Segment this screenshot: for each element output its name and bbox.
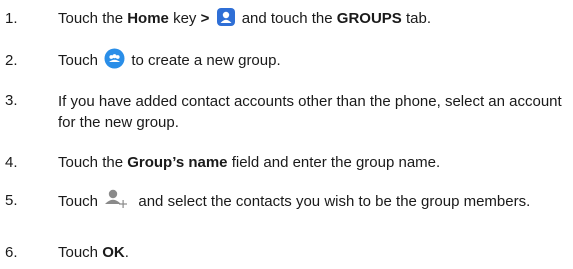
add-member-icon — [104, 189, 130, 209]
step-text: Touch OK. — [58, 244, 129, 261]
step-number: 2. — [5, 52, 18, 69]
step-number: 1. — [5, 10, 18, 27]
step-number: 3. — [5, 92, 18, 109]
step-text: If you have added contact accounts other… — [58, 93, 562, 131]
new-group-button-icon — [104, 48, 125, 69]
step-text: Touch the Group’s name field and enter t… — [58, 154, 441, 171]
step-text: Touch to create a new group. — [58, 48, 568, 71]
step-number: 5. — [5, 192, 18, 209]
step-number: 6. — [5, 244, 18, 261]
instruction-steps: 1. Touch the Home key > and touch the GR… — [0, 0, 573, 269]
contacts-app-icon — [216, 7, 236, 27]
step-number: 4. — [5, 154, 18, 171]
step-text: Touch the Home key > and touch the GROUP… — [58, 7, 568, 29]
step-text: Touch and select the contacts you wish t… — [58, 189, 568, 212]
